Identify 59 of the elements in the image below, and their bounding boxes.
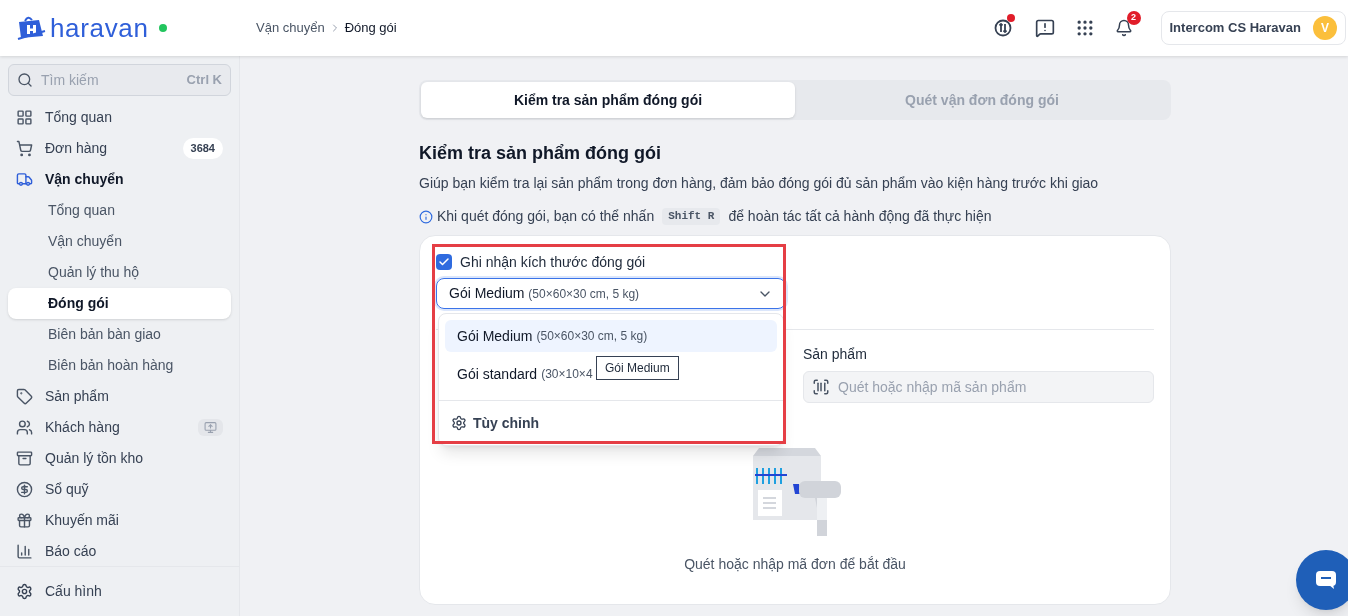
breadcrumb-item[interactable]: Vận chuyển (256, 18, 325, 38)
nav-subitem[interactable]: Đóng gói (8, 288, 231, 319)
search-icon (17, 72, 33, 88)
gift-icon (16, 512, 33, 529)
brand-name[interactable]: haravan (50, 15, 149, 41)
chart-icon (16, 543, 33, 560)
hint-text: để hoàn tác tất cả hành động đã thực hiện (728, 207, 992, 226)
page-title: Kiểm tra sản phẩm đóng gói (419, 142, 663, 165)
nav-item[interactable]: Tổng quan (8, 102, 231, 133)
info-icon (419, 209, 433, 224)
tag-icon (16, 388, 33, 405)
tab[interactable]: Kiểm tra sản phẩm đóng gói (421, 82, 795, 118)
archive-icon (16, 450, 33, 467)
settings-icon (451, 415, 467, 431)
nav-item[interactable]: Khách hàng (8, 412, 231, 443)
package-option[interactable]: Gói Medium (50×60×30 cm, 5 kg) (445, 320, 777, 352)
truck-icon (16, 171, 33, 188)
field-label: Sản phẩm (803, 345, 868, 364)
customize-button[interactable]: Tùy chỉnh (439, 407, 552, 439)
settings-icon (16, 583, 33, 600)
hint-text: Khi quét đóng gói, bạn có thể nhấn (437, 207, 655, 226)
checkmark-icon (438, 256, 450, 268)
dollar-icon (16, 481, 33, 498)
nav-item[interactable]: Quản lý tồn kho (8, 443, 231, 474)
nav-item[interactable]: Sản phẩm (8, 381, 231, 412)
record-size-checkbox[interactable]: Ghi nhận kích thước đóng gói (436, 250, 786, 274)
notification-bell-icon[interactable] (1114, 19, 1133, 37)
package-select[interactable]: Gói Medium (50×60×30 cm, 5 kg) (436, 278, 786, 309)
product-placeholder: Quét hoặc nhập mã sản phẩm (838, 377, 1027, 397)
tooltip: Gói Medium (596, 356, 679, 380)
chat-icon (1315, 570, 1337, 590)
nav-subitem[interactable]: Vận chuyển (8, 226, 231, 257)
search-placeholder: Tìm kiếm (41, 70, 100, 90)
empty-state-text: Quét hoặc nhập mã đơn để bắt đầu (684, 555, 906, 574)
nav-item[interactable]: Vận chuyển (8, 164, 231, 195)
nav-subitem[interactable]: Biên bản bàn giao (8, 319, 231, 350)
nav-item[interactable]: Đơn hàng 3684 (8, 133, 231, 164)
barcode-scan-icon (812, 378, 830, 396)
nav-item[interactable]: Báo cáo (8, 536, 231, 566)
cart-icon (16, 140, 33, 157)
count-badge: 3684 (182, 138, 223, 159)
avatar: V (1313, 16, 1337, 40)
notification-count: 2 (1126, 11, 1141, 25)
chat-launcher-button[interactable] (1296, 550, 1348, 610)
page-description: Giúp bạn kiểm tra lại sản phẩm trong đơn hàng, đảm bảo đóng gói đủ sản phẩm vào kiện hàng trước khi giao (419, 174, 1100, 193)
nav-item[interactable]: Khuyến mãi (8, 505, 231, 536)
select-value: Gói Medium (50×60×30 cm, 5 kg) (449, 284, 640, 303)
nav-item[interactable]: Sổ quỹ (8, 474, 231, 505)
account-menu[interactable]: Intercom CS Haravan V (1160, 11, 1346, 45)
grid-icon (16, 109, 33, 126)
users-icon (16, 419, 33, 436)
nav-subitem[interactable]: Biên bản hoàn hàng (8, 350, 231, 381)
shortcut-hint: Ctrl K (186, 71, 222, 90)
feedback-icon[interactable] (1034, 18, 1055, 38)
breadcrumb-item: Đóng gói (344, 19, 397, 38)
nav-subitem[interactable]: Quản lý thu hộ (8, 257, 231, 288)
nav-subitem[interactable]: Tổng quan (8, 195, 231, 226)
logo-icon (16, 14, 46, 42)
shortcut-key: Shift R (662, 208, 721, 225)
